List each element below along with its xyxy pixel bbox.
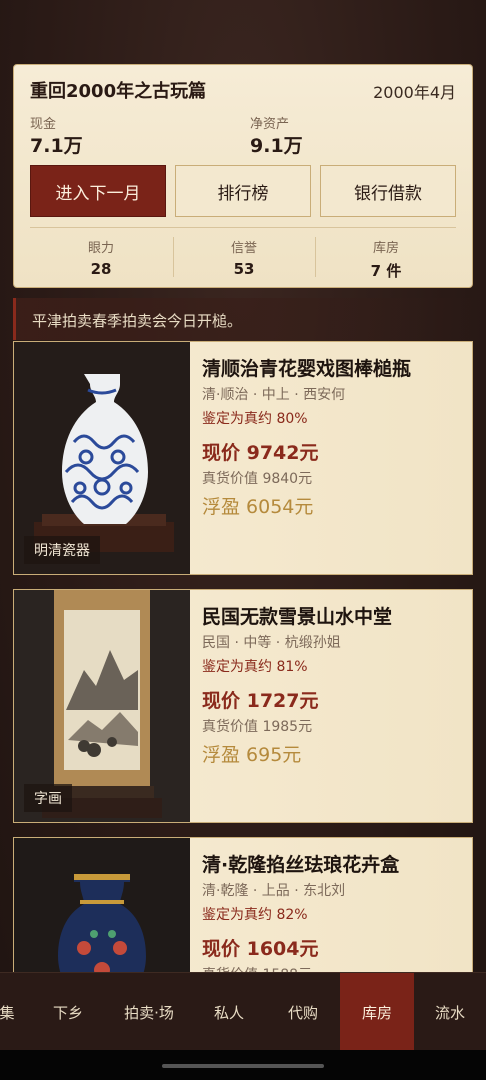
tab-countryside[interactable]: 下乡	[30, 973, 106, 1051]
item-real-value: 真货价值 1985元	[202, 719, 313, 735]
stat-value: 28	[90, 260, 112, 278]
cash-label: 现金	[30, 117, 57, 132]
stat-warehouse: 库房 7 件	[315, 237, 457, 281]
game-title: 重回2000年之古玩篇	[30, 81, 207, 102]
item-profit: 浮盈 695元	[202, 744, 302, 766]
item-image: 字画	[14, 590, 190, 822]
home-indicator[interactable]	[162, 1064, 324, 1068]
stat-label: 信誉	[230, 241, 257, 256]
tab-proxy-buy[interactable]: 代购	[266, 973, 340, 1051]
item-price: 现价 1604元	[202, 938, 319, 960]
item-card[interactable]: 字画 民国无款雪景山水中堂 民国 · 中等 · 杭缎孙姐 鉴定为真约 81% 现…	[13, 589, 473, 823]
tab-warehouse[interactable]: 库房	[340, 973, 414, 1051]
stat-eyesight: 眼力 28	[30, 237, 172, 278]
stat-value: 53	[233, 260, 255, 278]
stat-reputation: 信誉 53	[173, 237, 315, 278]
item-name: 清·乾隆掐丝珐琅花卉盒	[202, 854, 400, 876]
tab-market[interactable]: 集	[0, 973, 26, 1051]
next-month-button[interactable]: 进入下一月	[30, 165, 166, 217]
category-tag: 明清瓷器	[24, 536, 100, 564]
item-price: 现价 1727元	[202, 690, 319, 712]
cash-value: 7.1万	[30, 135, 83, 157]
stat-label: 库房	[372, 241, 399, 256]
tab-private[interactable]: 私人	[192, 973, 266, 1051]
net-assets-label: 净资产	[250, 117, 290, 132]
current-date: 2000年4月	[373, 83, 456, 102]
item-meta: 民国 · 中等 · 杭缎孙姐	[202, 635, 341, 651]
ranking-button[interactable]: 排行榜	[175, 165, 311, 217]
item-meta: 清·乾隆 · 上品 · 东北刘	[202, 883, 346, 899]
system-nav-bar	[0, 1050, 486, 1080]
item-name: 清顺治青花婴戏图棒槌瓶	[202, 358, 412, 380]
bank-loan-button[interactable]: 银行借款	[320, 165, 456, 217]
item-name: 民国无款雪景山水中堂	[202, 606, 393, 628]
item-authenticity: 鉴定为真约 82%	[202, 907, 308, 923]
item-price: 现价 9742元	[202, 442, 319, 464]
tab-ledger[interactable]: 流水	[414, 973, 486, 1051]
stat-label: 眼力	[87, 241, 114, 256]
item-image: 明清瓷器	[14, 342, 190, 574]
item-authenticity: 鉴定为真约 81%	[202, 659, 308, 675]
item-real-value: 真货价值 9840元	[202, 471, 313, 487]
item-card[interactable]: 明清瓷器 清顺治青花婴戏图棒槌瓶 清·顺治 · 中上 · 西安何 鉴定为真约 8…	[13, 341, 473, 575]
stat-value: 7 件	[370, 262, 402, 280]
category-tag: 字画	[24, 784, 72, 812]
item-authenticity: 鉴定为真约 80%	[202, 411, 308, 427]
bottom-tab-bar: 集 下乡 拍卖·场 私人 代购 库房 流水	[0, 972, 486, 1051]
item-profit: 浮盈 6054元	[202, 496, 314, 518]
net-assets-value: 9.1万	[250, 135, 303, 157]
panel-divider	[30, 227, 456, 228]
item-meta: 清·顺治 · 中上 · 西安何	[202, 387, 346, 403]
tab-auction[interactable]: 拍卖·场	[106, 973, 192, 1051]
news-notice: 平津拍卖春季拍卖会今日开槌。	[13, 298, 473, 340]
status-panel: 重回2000年之古玩篇 2000年4月 现金 7.1万 净资产 9.1万 进入下…	[13, 64, 473, 288]
